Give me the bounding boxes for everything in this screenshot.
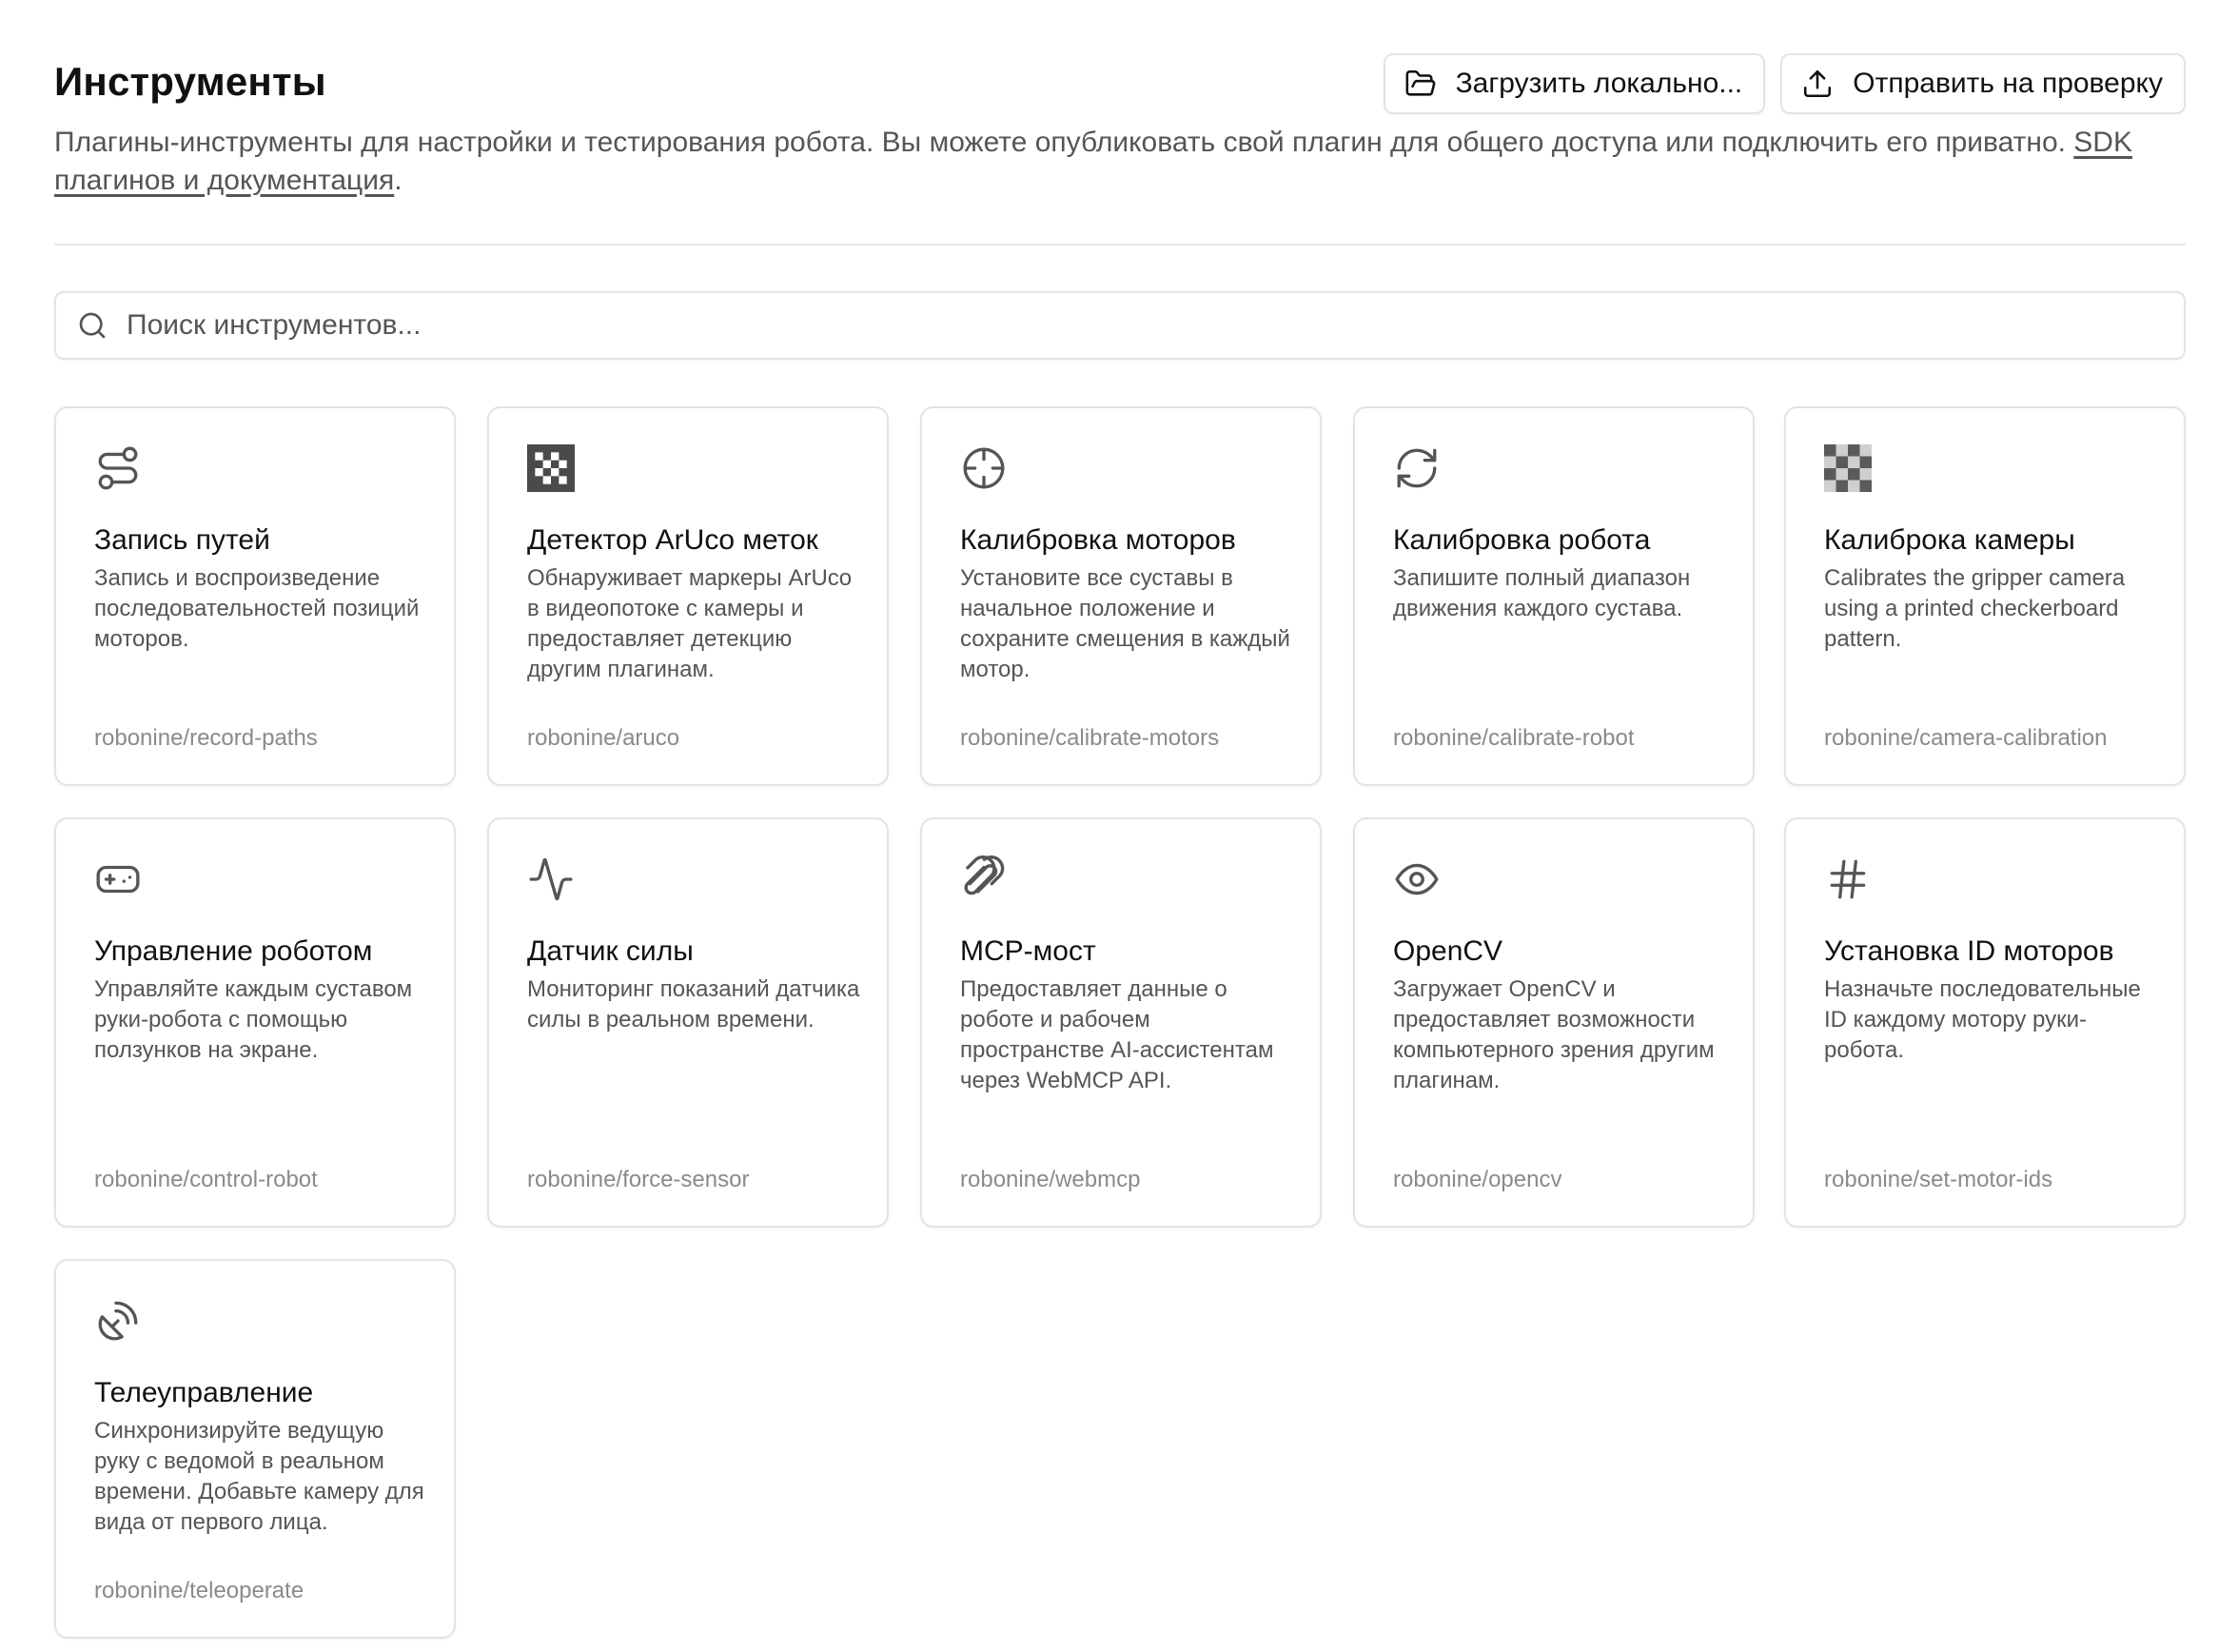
tool-description: Calibrates the gripper camera using a pr…	[1824, 565, 2126, 652]
folder-open-icon	[1405, 69, 1435, 96]
tool-repo: robonine/teleoperate	[94, 1578, 304, 1603]
tool-description: Синхронизируйте ведущую руку с ведомой в…	[94, 1418, 424, 1535]
tool-repo: robonine/record-paths	[94, 725, 318, 751]
satellite-dish-icon	[94, 1297, 142, 1345]
header-actions: Загрузить локально... Отправить на прове…	[1383, 53, 2186, 114]
tool-repo: robonine/set-motor-ids	[1824, 1167, 2053, 1192]
page-title: Инструменты	[54, 59, 326, 104]
paperclip-icon	[960, 856, 1008, 903]
tool-repo: robonine/webmcp	[960, 1167, 1141, 1192]
subtitle-text: Плагины-инструменты для настройки и тест…	[54, 127, 2074, 158]
tool-card-set-motor-ids[interactable]: Установка ID моторов Назначьте последова…	[1784, 817, 2186, 1228]
tool-name: Детектор ArUco меток	[527, 524, 818, 556]
tool-name: Калибровка робота	[1393, 524, 1651, 556]
tool-card-calibrate-robot[interactable]: Калибровка робота Запишите полный диапаз…	[1353, 406, 1755, 786]
tool-description: Управляйте каждым суставом руки-робота с…	[94, 976, 413, 1063]
tool-description: Мониторинг показаний датчика силы в реал…	[527, 976, 860, 1032]
tool-description: Установите все суставы в начальное полож…	[960, 565, 1290, 682]
tool-name: Калиброка камеры	[1824, 524, 2075, 556]
hash-icon	[1824, 856, 1872, 903]
tool-card-webmcp[interactable]: MCP-мост Предоставляет данные о роботе и…	[920, 817, 1322, 1228]
submit-for-review-button[interactable]: Отправить на проверку	[1780, 53, 2186, 114]
tool-card-aruco[interactable]: Детектор ArUco меток Обнаруживает маркер…	[487, 406, 889, 786]
tool-name: Датчик силы	[527, 935, 694, 967]
tool-name: Телеуправление	[94, 1377, 314, 1408]
aruco-marker-icon	[527, 444, 575, 492]
tool-card-calibrate-motors[interactable]: Калибровка моторов Установите все сустав…	[920, 406, 1322, 786]
tool-repo: robonine/control-robot	[94, 1167, 318, 1192]
tool-card-record-paths[interactable]: Запись путей Запись и воспроизведение по…	[54, 406, 456, 786]
tool-repo: robonine/camera-calibration	[1824, 725, 2108, 751]
tool-description: Обнаруживает маркеры ArUco в видеопотоке…	[527, 565, 853, 682]
activity-icon	[527, 856, 575, 903]
tool-name: MCP-мост	[960, 935, 1096, 967]
tool-description: Запись и воспроизведение последовательно…	[94, 565, 420, 652]
tool-name: OpenCV	[1393, 935, 1503, 967]
crosshair-icon	[960, 444, 1008, 492]
tool-card-force-sensor[interactable]: Датчик силы Мониторинг показаний датчика…	[487, 817, 889, 1228]
upload-icon	[1804, 69, 1832, 98]
load-local-label: Загрузить локально...	[1455, 68, 1743, 99]
tool-name: Калибровка моторов	[960, 524, 1236, 556]
subtitle-end: .	[394, 165, 402, 196]
tool-description: Предоставляет данные о роботе и рабочем …	[960, 976, 1274, 1093]
refresh-icon	[1393, 444, 1441, 492]
tool-repo: robonine/opencv	[1393, 1167, 1562, 1192]
search-bar	[54, 291, 2186, 360]
tool-repo: robonine/calibrate-motors	[960, 725, 1220, 751]
search-icon	[79, 312, 106, 339]
search-input[interactable]	[127, 309, 2125, 342]
tool-card-camera-calibration[interactable]: Калиброка камеры Calibrates the gripper …	[1784, 406, 2186, 786]
tools-page: Инструменты Загрузить локально... Отправ…	[54, 0, 2186, 1639]
tool-card-opencv[interactable]: OpenCV Загружает OpenCV и предоставляет …	[1353, 817, 1755, 1228]
load-local-button[interactable]: Загрузить локально...	[1383, 53, 1766, 114]
tool-card-control-robot[interactable]: Управление роботом Управляйте каждым сус…	[54, 817, 456, 1228]
tool-description: Запишите полный диапазон движения каждог…	[1393, 565, 1691, 621]
tool-repo: robonine/force-sensor	[527, 1167, 750, 1192]
tool-card-teleoperate[interactable]: Телеуправление Синхронизируйте ведущую р…	[54, 1259, 456, 1639]
route-icon	[94, 444, 142, 492]
tool-description: Загружает OpenCV и предоставляет возможн…	[1393, 976, 1715, 1093]
checkerboard-icon	[1824, 444, 1872, 492]
tool-repo: robonine/calibrate-robot	[1393, 725, 1635, 751]
page-header: Инструменты Загрузить локально... Отправ…	[54, 0, 2186, 196]
gamepad-icon	[94, 856, 142, 903]
submit-label: Отправить на проверку	[1853, 68, 2163, 99]
tool-name: Запись путей	[94, 524, 270, 556]
tool-description: Назначьте последовательные ID каждому мо…	[1824, 976, 2141, 1063]
header-divider	[54, 244, 2186, 246]
page-subtitle: Плагины-инструменты для настройки и тест…	[54, 124, 2186, 200]
tool-name: Управление роботом	[94, 935, 373, 967]
tool-name: Установка ID моторов	[1824, 935, 2114, 967]
tool-repo: robonine/aruco	[527, 725, 680, 751]
eye-icon	[1393, 856, 1441, 903]
